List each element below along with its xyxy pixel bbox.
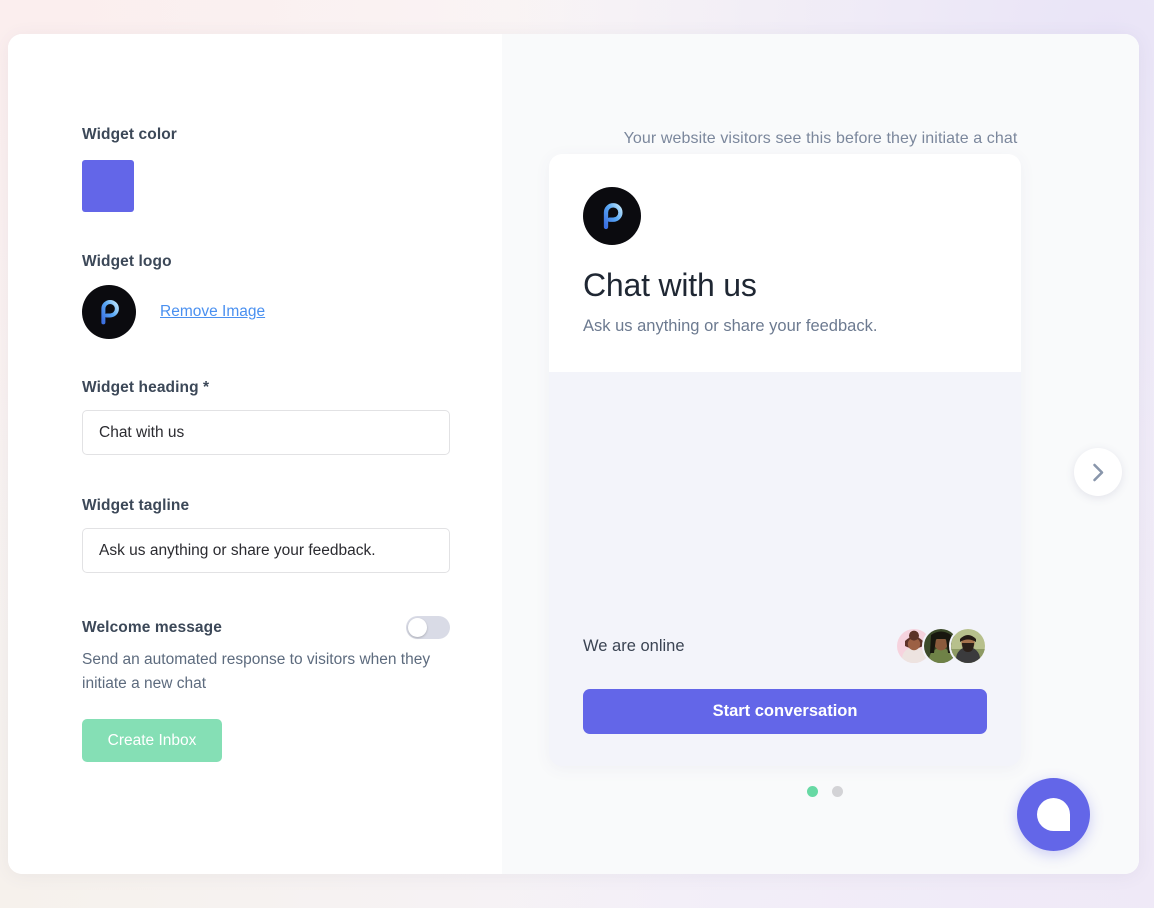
chat-bubble-icon (1037, 798, 1070, 831)
preview-caption: Your website visitors see this before th… (623, 130, 1018, 147)
widget-preview-body (549, 372, 1021, 627)
carousel-dot-1[interactable] (806, 786, 818, 797)
settings-card: Widget color Widget logo Remove Image Wi… (8, 34, 1139, 874)
agent-avatar-group (895, 627, 987, 665)
chat-bubble-launcher[interactable] (1017, 778, 1090, 851)
widget-preview-logo (583, 187, 641, 245)
online-status-row: We are online (583, 627, 987, 665)
widget-logo-preview (82, 285, 136, 339)
welcome-message-label: Welcome message (82, 618, 222, 636)
carousel-dot-2[interactable] (831, 786, 843, 797)
widget-tagline-input[interactable] (82, 528, 450, 573)
welcome-message-group: Welcome message Send an automated respon… (82, 616, 502, 763)
chat-widget-preview: Chat with us Ask us anything or share yo… (549, 154, 1021, 766)
start-conversation-button[interactable]: Start conversation (583, 689, 987, 734)
avatar (949, 627, 987, 665)
welcome-message-header: Welcome message (82, 616, 450, 639)
widget-logo-label: Widget logo (82, 253, 172, 270)
widget-settings-form: Widget color Widget logo Remove Image Wi… (8, 34, 502, 874)
widget-color-group: Widget color (82, 126, 502, 212)
create-inbox-button[interactable]: Create Inbox (82, 719, 222, 763)
widget-tagline-label: Widget tagline (82, 497, 190, 514)
remove-image-link[interactable]: Remove Image (160, 303, 265, 321)
welcome-message-toggle[interactable] (406, 616, 450, 639)
widget-heading-group: Widget heading * (82, 379, 502, 455)
online-status-text: We are online (583, 636, 685, 655)
toggle-knob (408, 618, 427, 637)
widget-preview-footer: We are online Start conversation (549, 627, 1021, 766)
widget-logo-group: Widget logo Remove Image (82, 253, 502, 339)
widget-preview-tagline: Ask us anything or share your feedback. (583, 317, 878, 335)
welcome-message-description: Send an automated response to visitors w… (82, 651, 431, 692)
chevron-right-icon (1092, 463, 1103, 481)
next-preview-button[interactable] (1074, 448, 1122, 496)
widget-color-label: Widget color (82, 126, 177, 143)
widget-preview-title: Chat with us (583, 267, 757, 303)
widget-tagline-group: Widget tagline (82, 497, 502, 573)
widget-color-swatch[interactable] (82, 160, 134, 212)
brand-p-icon (603, 203, 623, 230)
widget-heading-label: Widget heading * (82, 379, 210, 396)
widget-heading-input[interactable] (82, 410, 450, 455)
widget-preview-header: Chat with us Ask us anything or share yo… (549, 154, 1021, 372)
widget-logo-row: Remove Image (82, 285, 502, 339)
widget-preview-panel: Your website visitors see this before th… (502, 34, 1139, 874)
brand-p-icon (101, 299, 119, 325)
